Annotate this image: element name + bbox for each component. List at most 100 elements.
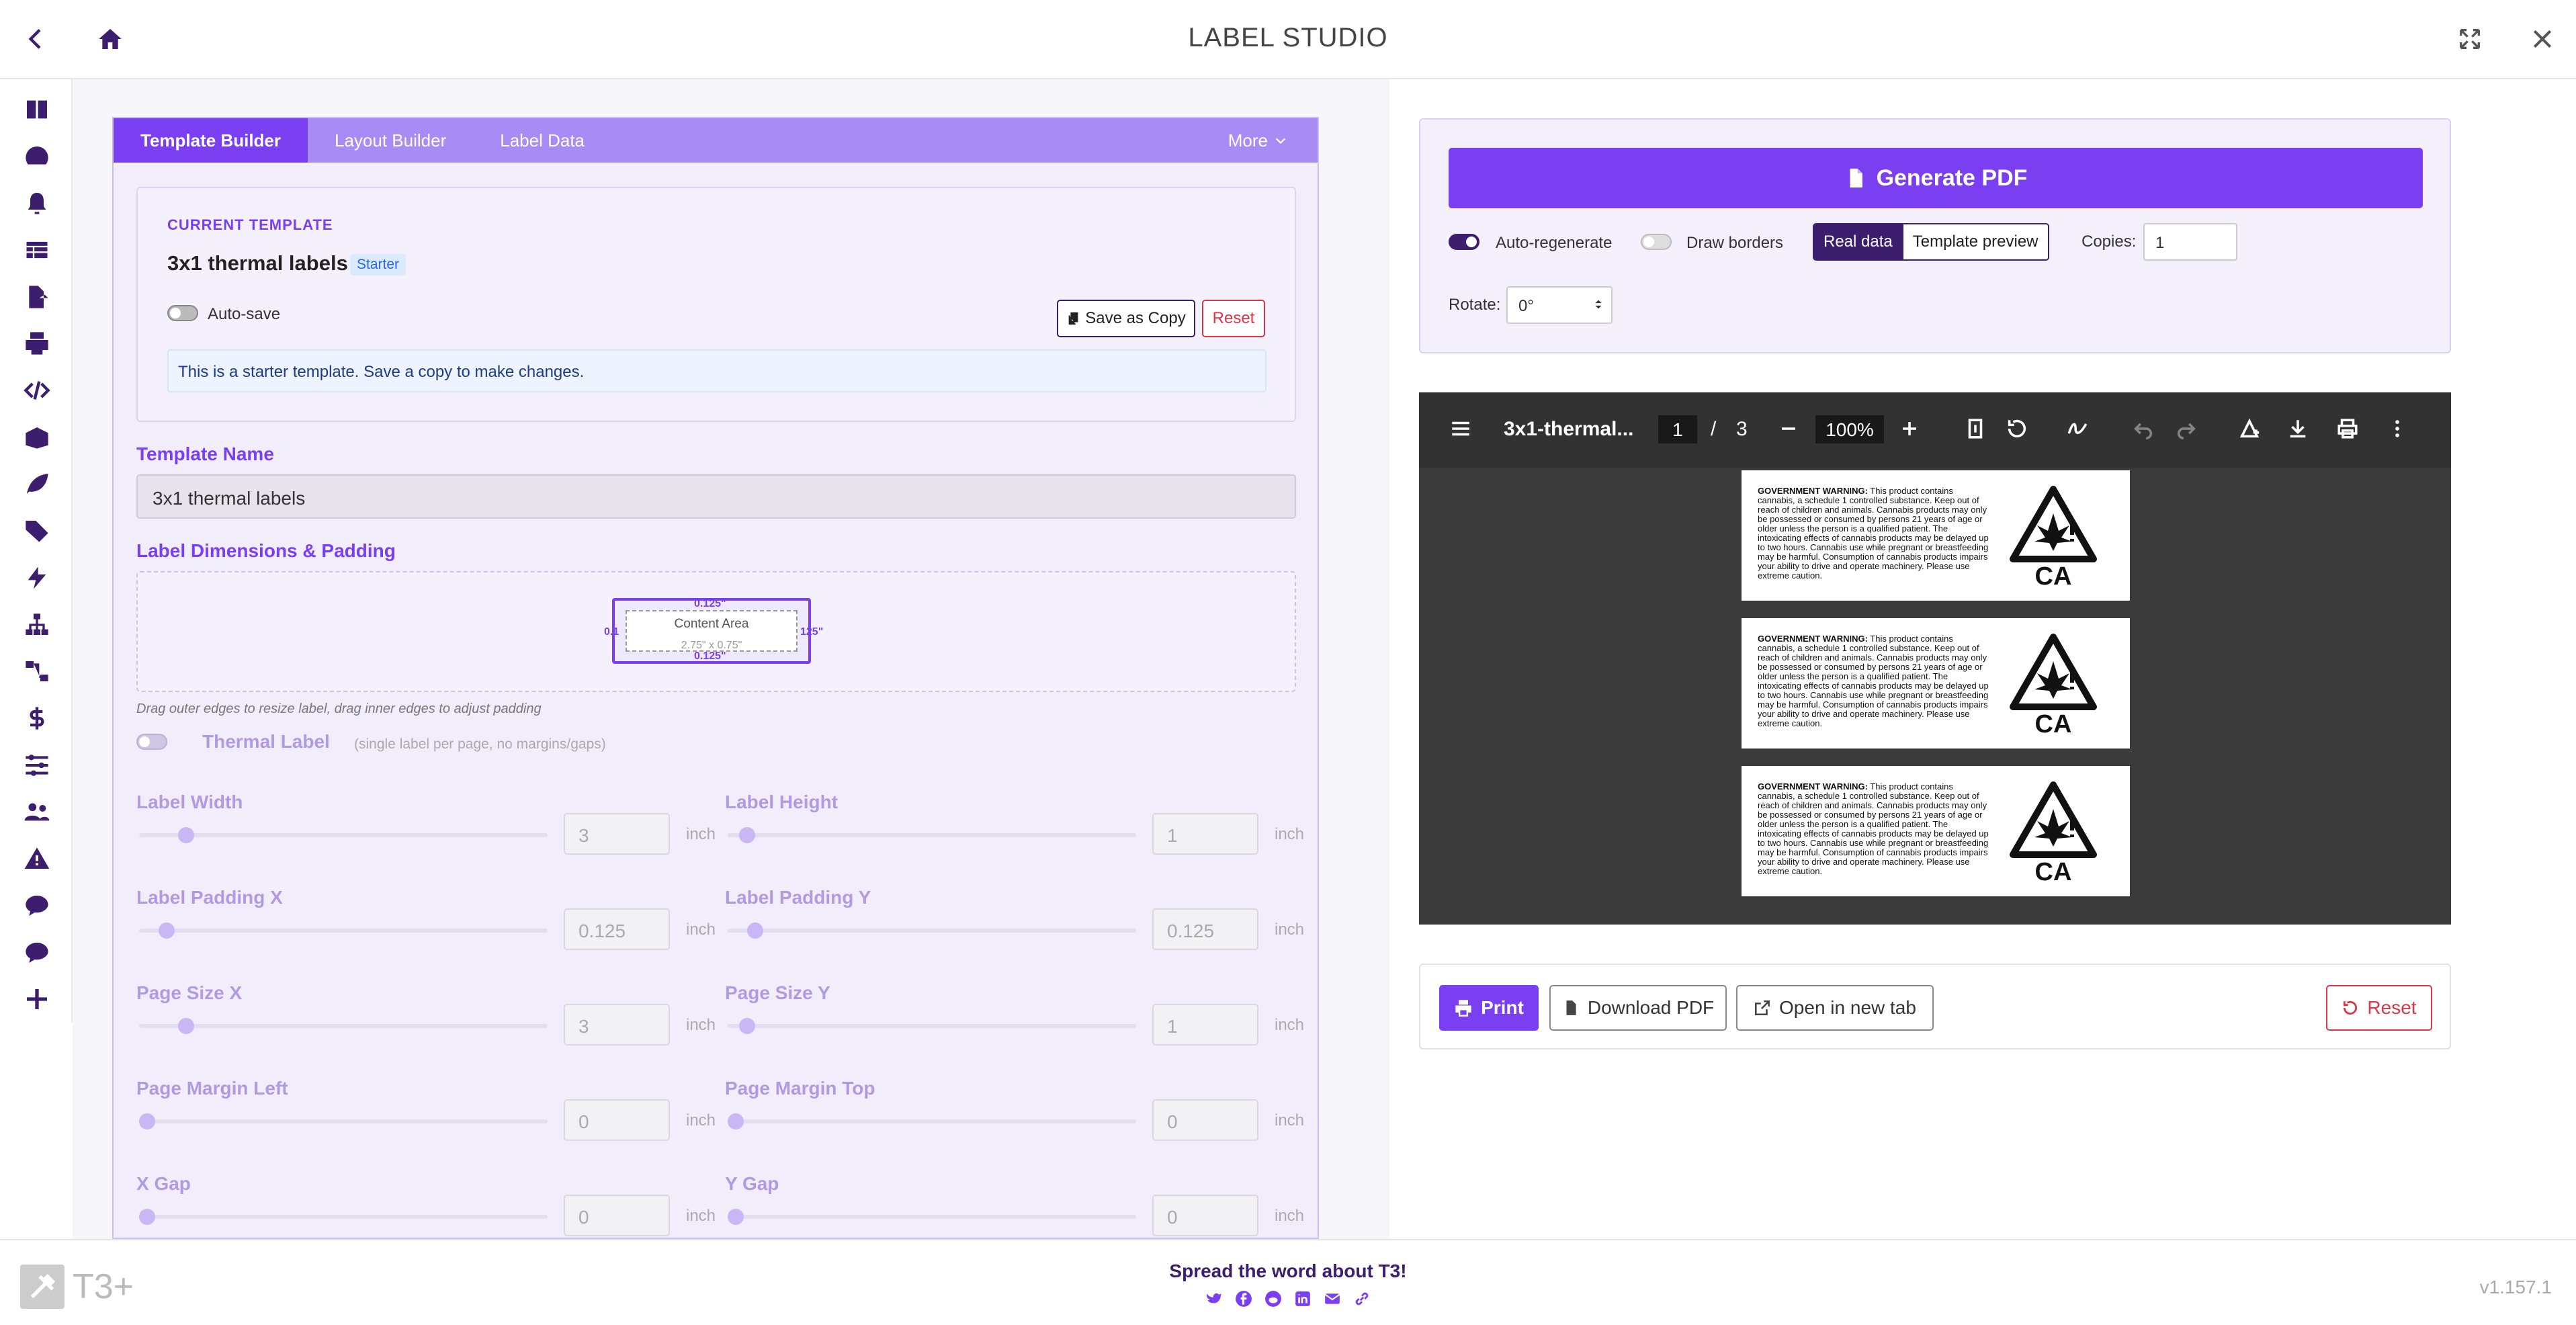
draw-borders-label: Draw borders <box>1686 234 1784 252</box>
y-gap-input[interactable]: 0 <box>1152 1195 1258 1236</box>
undo-icon[interactable] <box>2130 415 2157 442</box>
print-button[interactable]: Print <box>1439 985 1539 1031</box>
fit-page-icon[interactable] <box>1962 415 1989 442</box>
warning-icon[interactable] <box>2 835 72 882</box>
margin-left-slider[interactable] <box>139 1113 548 1129</box>
template-name-input[interactable]: 3x1 thermal labels <box>136 474 1296 519</box>
margin-top-slider-thumb[interactable] <box>728 1113 744 1129</box>
label-height-input[interactable]: 1 <box>1152 813 1258 855</box>
x-gap-slider[interactable] <box>139 1209 548 1225</box>
sitemap-icon[interactable] <box>2 601 72 648</box>
rotate-icon[interactable] <box>2004 415 2030 442</box>
link-icon[interactable] <box>1352 1289 1372 1309</box>
autosave-toggle[interactable] <box>167 305 198 321</box>
close-icon[interactable] <box>2524 20 2561 58</box>
page-x-slider[interactable] <box>139 1018 548 1034</box>
email-icon[interactable] <box>1322 1289 1342 1309</box>
tab-layout-builder[interactable]: Layout Builder <box>308 118 473 163</box>
bolt-icon[interactable] <box>2 554 72 601</box>
label-width-slider-thumb[interactable] <box>178 827 194 843</box>
x-gap-slider-thumb[interactable] <box>139 1209 155 1225</box>
zoom-out-icon[interactable] <box>1775 415 1802 442</box>
page-y-slider-thumb[interactable] <box>739 1018 756 1034</box>
label-height-slider[interactable] <box>728 827 1136 843</box>
download-pdf-button[interactable]: Download PDF <box>1549 985 1727 1031</box>
generate-pdf-button[interactable]: Generate PDF <box>1449 148 2423 208</box>
padding-y-slider[interactable] <box>728 923 1136 939</box>
padding-y-input[interactable]: 0.125 <box>1152 908 1258 950</box>
page-x-input[interactable]: 3 <box>564 1004 670 1045</box>
real-data-option[interactable]: Real data <box>1814 224 1902 259</box>
box-icon[interactable] <box>2 414 72 461</box>
twitter-icon[interactable] <box>1204 1289 1224 1309</box>
add-text-icon[interactable] <box>2236 415 2263 442</box>
book-icon[interactable] <box>2 86 72 133</box>
x-gap-input[interactable]: 0 <box>564 1195 670 1236</box>
copies-input[interactable]: 1 <box>2143 223 2237 261</box>
ca-badge-text: CA <box>2035 562 2072 589</box>
tab-label-data[interactable]: Label Data <box>473 118 611 163</box>
bell-icon[interactable] <box>2 179 72 226</box>
leaf-icon[interactable] <box>2 461 72 508</box>
code-icon[interactable] <box>2 367 72 414</box>
label-height-slider-thumb[interactable] <box>739 827 756 843</box>
pdf-page-input[interactable]: 1 <box>1658 415 1697 443</box>
reddit-icon[interactable] <box>1263 1289 1283 1309</box>
template-reset-button[interactable]: Reset <box>1202 300 1265 337</box>
template-preview-option[interactable]: Template preview <box>1901 224 2048 259</box>
open-new-tab-button[interactable]: Open in new tab <box>1736 985 1934 1031</box>
users-icon[interactable] <box>2 789 72 836</box>
pdf-reset-button[interactable]: Reset <box>2326 985 2432 1031</box>
more-vertical-icon[interactable] <box>2384 415 2411 442</box>
margin-left-slider-thumb[interactable] <box>139 1113 155 1129</box>
facebook-icon[interactable] <box>1234 1289 1254 1309</box>
page-y-slider[interactable] <box>728 1018 1136 1034</box>
pdf-zoom-input[interactable]: 100% <box>1815 415 1884 443</box>
save-as-copy-button[interactable]: Save as Copy <box>1057 300 1195 337</box>
margin-top-slider[interactable] <box>728 1113 1136 1129</box>
expand-icon[interactable] <box>2451 20 2489 58</box>
file-export-icon[interactable] <box>2 273 72 320</box>
draw-borders-toggle[interactable] <box>1641 234 1672 250</box>
padding-y-slider-thumb[interactable] <box>747 923 763 939</box>
y-gap-slider[interactable] <box>728 1209 1136 1225</box>
content-area-handle[interactable]: Content Area 2.75" x 0.75" <box>626 610 798 652</box>
pdf-menu-icon[interactable] <box>1447 415 1474 442</box>
plus-icon[interactable] <box>2 976 72 1023</box>
y-gap-slider-thumb[interactable] <box>728 1209 744 1225</box>
share-links <box>0 1289 2576 1309</box>
dollar-icon[interactable] <box>2 695 72 742</box>
chat-icon[interactable] <box>2 882 72 929</box>
table-icon[interactable] <box>2 226 72 273</box>
rotate-select[interactable]: 0° <box>1506 286 1613 324</box>
pdf-print-icon[interactable] <box>2334 415 2361 442</box>
tags-icon[interactable] <box>2 507 72 554</box>
tab-template-builder[interactable]: Template Builder <box>114 118 308 163</box>
padding-x-input[interactable]: 0.125 <box>564 908 670 950</box>
margin-top-input[interactable]: 0 <box>1152 1099 1258 1141</box>
redo-icon[interactable] <box>2173 415 2200 442</box>
padding-x-slider[interactable] <box>139 923 548 939</box>
flow-icon[interactable] <box>2 648 72 695</box>
reset-icon <box>2344 1000 2358 1015</box>
label-width-input[interactable]: 3 <box>564 813 670 855</box>
tab-more[interactable]: More <box>1201 118 1318 163</box>
draw-icon[interactable] <box>2064 415 2091 442</box>
dashboard-icon[interactable] <box>2 133 72 180</box>
chat-alt-icon[interactable] <box>2 929 72 976</box>
page-x-slider-thumb[interactable] <box>178 1018 194 1034</box>
margin-left-input[interactable]: 0 <box>564 1099 670 1141</box>
label-width-slider[interactable] <box>139 827 548 843</box>
sliders-icon[interactable] <box>2 742 72 789</box>
page-y-input[interactable]: 1 <box>1152 1004 1258 1045</box>
thermal-label-toggle[interactable] <box>136 734 167 750</box>
printer-icon[interactable] <box>2 320 72 368</box>
cannabis-warning-symbol: CA <box>2010 781 2097 884</box>
auto-regenerate-toggle[interactable] <box>1449 234 1479 250</box>
zoom-in-icon[interactable] <box>1896 415 1923 442</box>
download-icon[interactable] <box>2284 415 2311 442</box>
padding-x-slider-thumb[interactable] <box>159 923 175 939</box>
linkedin-icon[interactable] <box>1293 1289 1313 1309</box>
margin-left-unit: inch <box>686 1111 716 1129</box>
label-outline-handle[interactable]: 0.125" 0.1 125" Content Area 2.75" x 0.7… <box>604 598 823 664</box>
